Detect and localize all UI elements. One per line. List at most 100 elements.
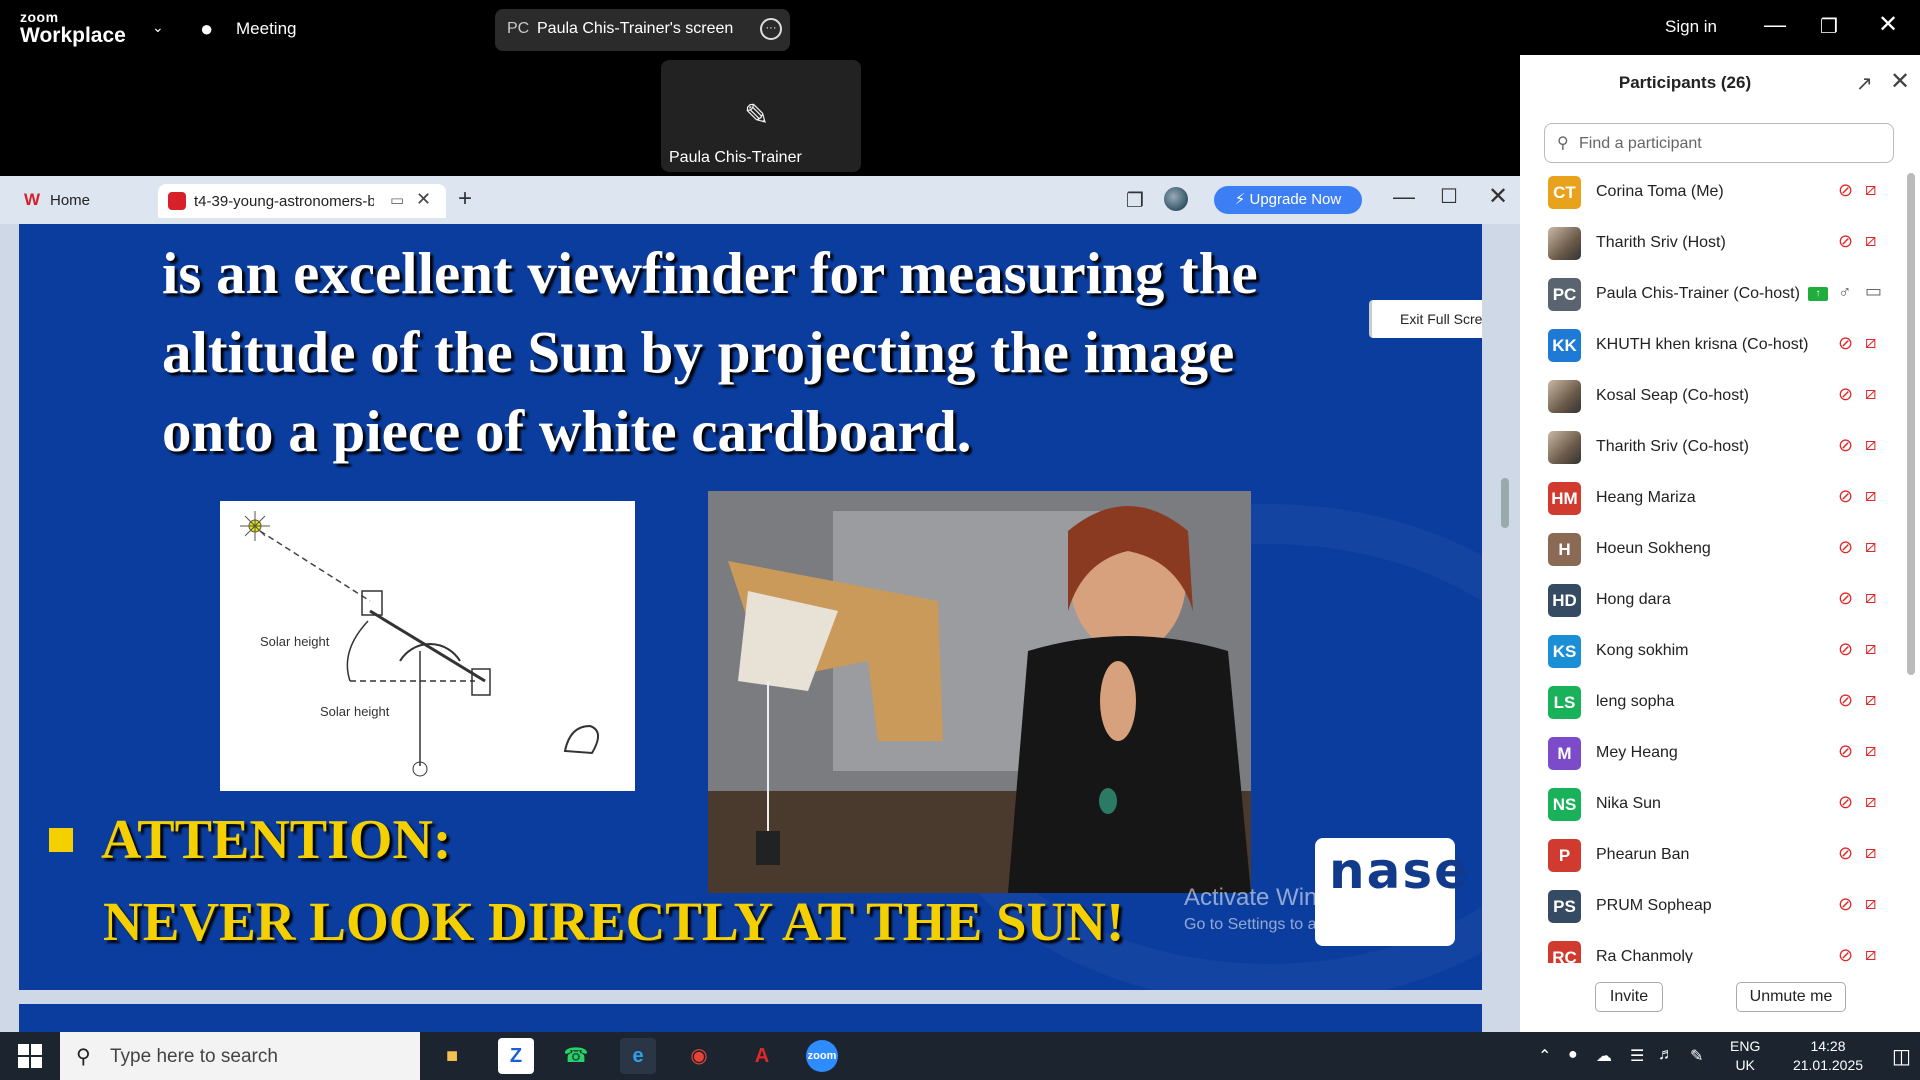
window-layout-icon[interactable]: ❐ [1126, 188, 1144, 213]
microphone-icon[interactable]: ♂ [1838, 282, 1852, 303]
acrobat-icon[interactable]: A [744, 1038, 780, 1074]
pop-out-icon[interactable]: ↗ [1856, 71, 1873, 96]
microphone-muted-icon[interactable]: ⊘ [1838, 588, 1853, 609]
microphone-muted-icon[interactable]: ⊘ [1838, 486, 1853, 507]
language-indicator[interactable]: ENG UK [1730, 1037, 1760, 1075]
microphone-muted-icon[interactable]: ⊘ [1838, 741, 1853, 762]
taskbar-clock[interactable]: 14:28 21.01.2025 [1778, 1037, 1878, 1075]
tray-chevron-up-icon[interactable]: ⌃ [1538, 1046, 1551, 1066]
browser-close-icon[interactable]: ✕ [1488, 182, 1508, 211]
camera-off-icon[interactable]: ⧄ [1865, 383, 1876, 404]
participant-list-scrollbar-thumb[interactable] [1907, 173, 1915, 675]
participant-row[interactable]: CT Corina Toma (Me) ⊘ ⧄ [1520, 168, 1905, 219]
camera-off-icon[interactable]: ⧄ [1865, 179, 1876, 200]
user-avatar[interactable] [1164, 187, 1188, 211]
camera-off-icon[interactable]: ⧄ [1865, 638, 1876, 659]
tray-pen-icon[interactable]: ✎ [1690, 1046, 1703, 1066]
camera-off-icon[interactable]: ⧄ [1865, 944, 1876, 963]
close-icon[interactable]: ✕ [1878, 10, 1898, 39]
chrome-icon[interactable]: ◉ [681, 1038, 717, 1074]
participant-row[interactable]: M Mey Heang ⊘ ⧄ [1520, 729, 1905, 780]
camera-off-icon[interactable]: ⧄ [1865, 434, 1876, 455]
panel-close-icon[interactable]: ✕ [1890, 67, 1910, 96]
participant-row[interactable]: KS Kong sokhim ⊘ ⧄ [1520, 627, 1905, 678]
file-explorer-icon[interactable]: ■ [434, 1038, 470, 1074]
zoom-workplace-logo[interactable]: zoom Workplace [20, 10, 126, 46]
tray-cloud-icon[interactable]: ☁ [1596, 1046, 1612, 1066]
meeting-paw-icon[interactable]: ● [200, 16, 213, 42]
microphone-muted-icon[interactable]: ⊘ [1838, 894, 1853, 915]
app-tile-icon[interactable]: Z [498, 1038, 534, 1074]
participant-row[interactable]: KK KHUTH khen krisna (Co-host) ⊘ ⧄ [1520, 321, 1905, 372]
camera-off-icon[interactable]: ⧄ [1865, 842, 1876, 863]
more-options-icon[interactable]: ··· [760, 18, 782, 40]
microphone-muted-icon[interactable]: ⊘ [1838, 945, 1853, 963]
participant-row[interactable]: PC Paula Chis-Trainer (Co-host) ↑ ♂ ▭ [1520, 270, 1905, 321]
camera-off-icon[interactable]: ⧄ [1865, 740, 1876, 761]
minimize-icon[interactable]: — [1764, 12, 1786, 38]
zoom-taskbar-icon[interactable]: zoom [806, 1040, 838, 1072]
microphone-muted-icon[interactable]: ⊘ [1838, 690, 1853, 711]
sign-in-button[interactable]: Sign in [1665, 17, 1717, 37]
exit-full-screen-button[interactable]: Exit Full Screen [1369, 300, 1482, 338]
participant-row[interactable]: Kosal Seap (Co-host) ⊘ ⧄ [1520, 372, 1905, 423]
camera-off-icon[interactable]: ⧄ [1865, 893, 1876, 914]
participant-search-input[interactable] [1579, 132, 1879, 156]
microphone-muted-icon[interactable]: ⊘ [1838, 384, 1853, 405]
camera-off-icon[interactable]: ⧄ [1865, 536, 1876, 557]
camera-off-icon[interactable]: ⧄ [1865, 587, 1876, 608]
slide-scrollbar[interactable] [1498, 232, 1512, 1002]
tab-document[interactable]: t4-39-young-astronomers-bri ▭ ✕ [158, 184, 446, 218]
notification-icon[interactable]: ◫ [1892, 1044, 1911, 1069]
camera-icon[interactable]: ▭ [1865, 281, 1882, 302]
tab-close-icon[interactable]: ✕ [416, 189, 431, 210]
participant-row[interactable]: HD Hong dara ⊘ ⧄ [1520, 576, 1905, 627]
windows-start-icon[interactable] [18, 1044, 42, 1068]
browser-minimize-icon[interactable]: — [1393, 184, 1415, 210]
tray-network-icon[interactable]: ☰ [1630, 1046, 1644, 1066]
microphone-muted-icon[interactable]: ⊘ [1838, 843, 1853, 864]
camera-off-icon[interactable]: ⧄ [1865, 230, 1876, 251]
microphone-muted-icon[interactable]: ⊘ [1838, 333, 1853, 354]
new-tab-plus-icon[interactable]: + [458, 185, 472, 213]
microphone-muted-icon[interactable]: ⊘ [1838, 639, 1853, 660]
microphone-muted-icon[interactable]: ⊘ [1838, 435, 1853, 456]
participant-row[interactable]: HM Heang Mariza ⊘ ⧄ [1520, 474, 1905, 525]
microphone-muted-icon[interactable]: ⊘ [1838, 231, 1853, 252]
camera-off-icon[interactable]: ⧄ [1865, 689, 1876, 710]
chevron-down-icon[interactable]: ⌄ [152, 19, 164, 36]
microphone-muted-icon[interactable]: ⊘ [1838, 537, 1853, 558]
participant-row[interactable]: Tharith Sriv (Host) ⊘ ⧄ [1520, 219, 1905, 270]
invite-button[interactable]: Invite [1595, 982, 1663, 1012]
participant-list-scrollbar[interactable] [1906, 168, 1916, 963]
meeting-label[interactable]: Meeting [236, 19, 296, 39]
monitor-icon[interactable]: ▭ [390, 191, 404, 209]
taskbar-search[interactable]: ⚲ Type here to search [60, 1032, 420, 1080]
browser-maximize-icon[interactable]: ☐ [1440, 184, 1458, 209]
microphone-muted-icon[interactable]: ⊘ [1838, 792, 1853, 813]
tab-home[interactable]: W Home [12, 184, 152, 216]
participant-row[interactable]: Tharith Sriv (Co-host) ⊘ ⧄ [1520, 423, 1905, 474]
participant-row[interactable]: NS Nika Sun ⊘ ⧄ [1520, 780, 1905, 831]
camera-off-icon[interactable]: ⧄ [1865, 485, 1876, 506]
slide-scrollbar-thumb[interactable] [1501, 478, 1509, 528]
screen-share-indicator[interactable]: PC Paula Chis-Trainer's screen ··· [495, 9, 790, 51]
camera-off-icon[interactable]: ⧄ [1865, 791, 1876, 812]
upgrade-now-button[interactable]: ⚡ Upgrade Now [1214, 186, 1362, 214]
participant-row[interactable]: RC Ra Chanmoly ⊘ ⧄ [1520, 933, 1905, 963]
participant-row[interactable]: P Phearun Ban ⊘ ⧄ [1520, 831, 1905, 882]
whatsapp-icon[interactable]: ☎ [558, 1038, 594, 1074]
edge-icon[interactable]: e [620, 1038, 656, 1074]
restore-icon[interactable]: ❐ [1820, 14, 1838, 39]
participant-row[interactable]: H Hoeun Sokheng ⊘ ⧄ [1520, 525, 1905, 576]
tray-volume-icon[interactable]: ♬ [1658, 1046, 1674, 1064]
participant-search[interactable]: ⚲ [1544, 123, 1894, 163]
participant-video-tile[interactable]: ✎ Paula Chis-Trainer [661, 60, 861, 172]
microphone-muted-icon[interactable]: ⊘ [1838, 180, 1853, 201]
tray-microphone-icon[interactable]: ● [1568, 1046, 1578, 1064]
participant-list[interactable]: CT Corina Toma (Me) ⊘ ⧄ Tharith Sriv (Host) ⊘… [1520, 168, 1905, 963]
participant-row[interactable]: PS PRUM Sopheap ⊘ ⧄ [1520, 882, 1905, 933]
unmute-me-button[interactable]: Unmute me [1736, 982, 1846, 1012]
camera-off-icon[interactable]: ⧄ [1865, 332, 1876, 353]
participant-row[interactable]: LS leng sopha ⊘ ⧄ [1520, 678, 1905, 729]
